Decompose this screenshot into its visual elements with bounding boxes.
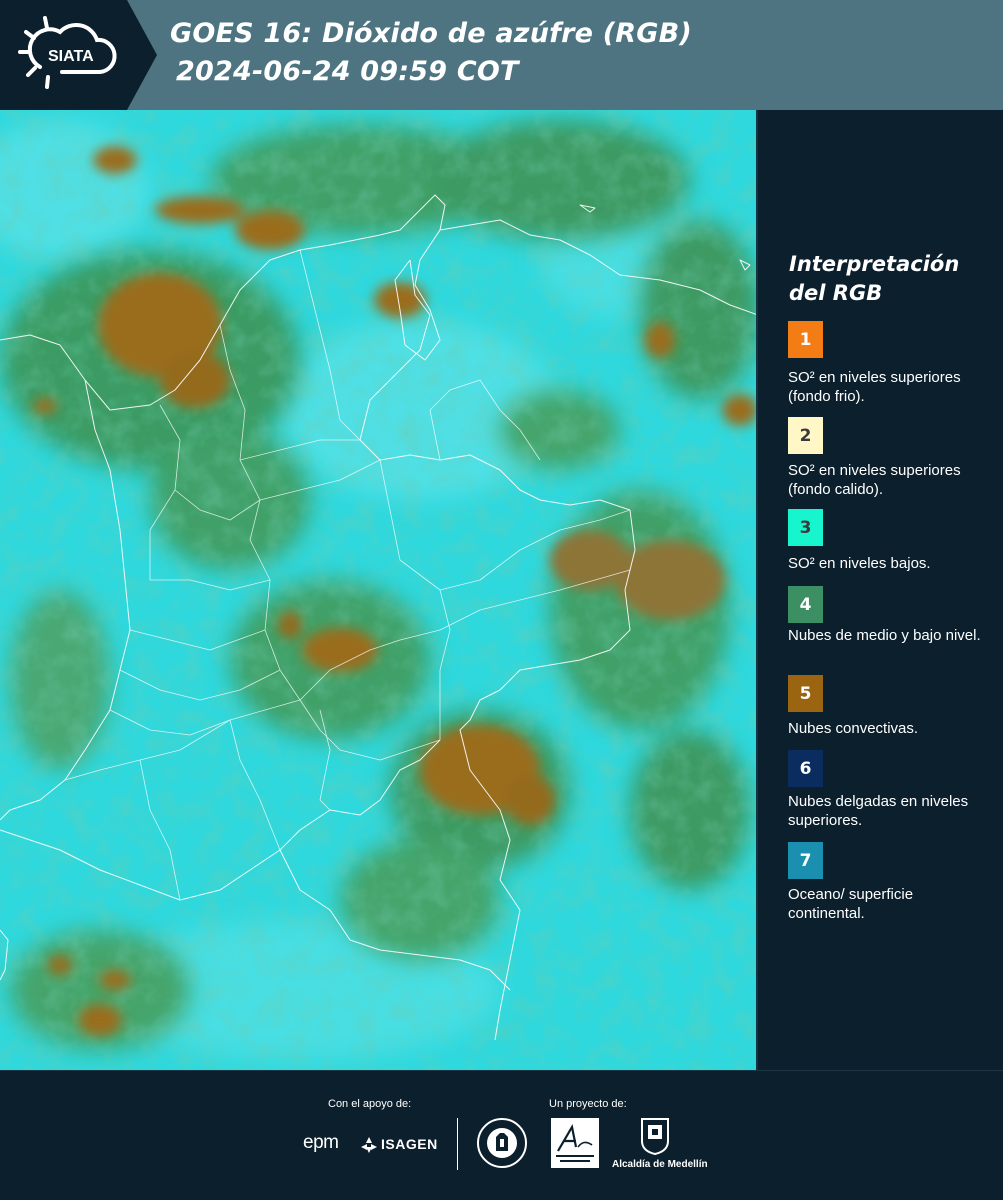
isagen-logo[interactable]: ISAGEN bbox=[381, 1136, 438, 1152]
legend-number-2: 2 bbox=[799, 425, 812, 446]
legend-label-3: SO² en niveles bajos. bbox=[788, 555, 931, 572]
legend-swatch-7: 7 bbox=[788, 842, 823, 879]
project-caption: Un proyecto de: bbox=[549, 1098, 627, 1110]
legend-label-2: SO² en niveles superiores (fondo calido)… bbox=[788, 462, 961, 498]
legend-label-7: Oceano/ superficie continental. bbox=[788, 886, 914, 922]
legend-swatch-4: 4 bbox=[788, 586, 823, 623]
legend-swatch-2: 2 bbox=[788, 417, 823, 454]
legend-number-4: 4 bbox=[799, 594, 812, 615]
legend-swatch-1: 1 bbox=[788, 321, 823, 358]
footer-divider bbox=[457, 1118, 458, 1170]
legend-number-6: 6 bbox=[799, 758, 812, 779]
title-product: GOES 16: Dióxido de azúfre (RGB) bbox=[170, 18, 692, 49]
legend-title: Interpretación del RGB bbox=[789, 250, 989, 308]
legend-swatch-3: 3 bbox=[788, 509, 823, 546]
alcaldia-shield-icon[interactable] bbox=[640, 1117, 670, 1155]
epm-logo[interactable]: epm bbox=[303, 1132, 339, 1154]
legend-title-line1: Interpretación bbox=[789, 252, 960, 276]
header-band bbox=[120, 0, 1003, 110]
legend-label-4: Nubes de medio y bajo nivel. bbox=[788, 627, 981, 644]
medellin-seal-icon[interactable] bbox=[476, 1117, 528, 1169]
legend-number-7: 7 bbox=[799, 850, 812, 871]
legend-label-1: SO² en niveles superiores (fondo frio). bbox=[788, 369, 961, 405]
legend-swatch-5: 5 bbox=[788, 675, 823, 712]
legend-title-line2: del RGB bbox=[789, 281, 883, 305]
legend-number-5: 5 bbox=[799, 683, 812, 704]
siata-logo[interactable]: SIATA bbox=[0, 0, 160, 110]
legend-number-3: 3 bbox=[799, 517, 812, 538]
header: SIATA GOES 16: Dióxido de azúfre (RGB) 2… bbox=[0, 0, 1003, 110]
legend-label-5: Nubes convectivas. bbox=[788, 720, 919, 737]
satellite-map[interactable] bbox=[0, 110, 758, 1070]
logo-text: SIATA bbox=[48, 48, 94, 65]
rgb-legend: Interpretación del RGB 1 SO² en niveles … bbox=[758, 110, 1003, 1070]
area-metropolitana-logo-icon[interactable] bbox=[550, 1117, 600, 1169]
legend-number-1: 1 bbox=[799, 329, 812, 350]
footer: Con el apoyo de: Un proyecto de: epm ISA… bbox=[0, 1070, 1003, 1200]
isagen-icon bbox=[361, 1137, 377, 1153]
alcaldia-de-medellin-text: Alcaldía de Medellín bbox=[612, 1159, 708, 1170]
title-timestamp: 2024-06-24 09:59 COT bbox=[176, 56, 519, 87]
support-caption: Con el apoyo de: bbox=[328, 1098, 412, 1110]
legend-label-6: Nubes delgadas en niveles superiores. bbox=[788, 793, 969, 829]
legend-swatch-6: 6 bbox=[788, 750, 823, 787]
